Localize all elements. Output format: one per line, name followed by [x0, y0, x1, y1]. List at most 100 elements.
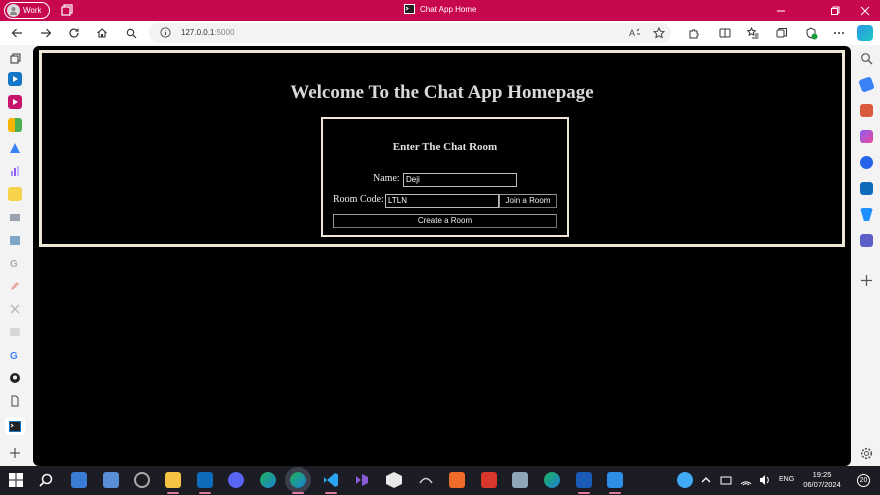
running-indicator [199, 492, 211, 494]
restore-button[interactable] [820, 2, 850, 19]
tab-google-icon[interactable]: G [8, 256, 22, 270]
tab-archive-icon[interactable] [8, 233, 22, 247]
sidebar-settings-gear-icon[interactable] [860, 447, 873, 460]
favorite-star-icon[interactable] [653, 27, 665, 39]
chat-room-form: Enter The Chat Room Name: Deji Room Code… [321, 117, 569, 237]
clock[interactable]: 19:25 06/07/2024 [798, 470, 846, 490]
sidebar-tools-icon[interactable] [860, 104, 873, 117]
profile-label: Work [23, 6, 42, 15]
taskbar-word-icon[interactable] [576, 472, 592, 488]
taskbar-edge-icon[interactable] [260, 472, 276, 488]
taskbar-edge-2-icon[interactable] [544, 472, 560, 488]
tab-ge-icon[interactable] [8, 325, 22, 339]
sidebar-shopping-icon[interactable] [858, 76, 875, 93]
sidebar-drop-icon[interactable] [860, 208, 873, 221]
room-code-input[interactable]: LTLN [385, 194, 499, 208]
copilot-button[interactable] [857, 25, 873, 41]
extensions-button[interactable] [686, 25, 702, 41]
taskbar-visual-studio-icon[interactable] [354, 472, 370, 488]
taskbar-disk-icon[interactable] [512, 472, 528, 488]
tab-chat-app-home-active[interactable] [5, 417, 25, 435]
tab-page-icon[interactable] [8, 394, 22, 408]
browser-essentials-button[interactable] [803, 25, 819, 41]
tab-pencil-icon[interactable] [8, 279, 22, 293]
sidebar-add-icon[interactable] [860, 274, 873, 287]
tab-document-icon[interactable] [8, 187, 22, 201]
avatar [7, 4, 20, 17]
clock-time: 19:25 [812, 470, 832, 479]
sidebar-copilot-icon[interactable] [860, 156, 873, 169]
notification-badge[interactable]: 20 [857, 474, 870, 487]
taskbar-vscode-icon[interactable] [323, 472, 339, 488]
running-indicator [609, 492, 621, 494]
tab-actions-icon[interactable] [61, 4, 73, 16]
tray-volume-icon[interactable] [757, 472, 773, 488]
sidebar-search-icon[interactable] [860, 52, 873, 65]
new-tab-button[interactable] [8, 446, 22, 460]
taskbar-terminal-icon[interactable] [418, 472, 434, 488]
tray-device-icon[interactable] [718, 472, 734, 488]
minimize-button[interactable] [766, 2, 796, 19]
running-indicator [167, 492, 179, 494]
taskbar-widgets-icon[interactable] [71, 472, 87, 488]
windows-taskbar: ENG 19:25 06/07/2024 20 [0, 466, 880, 495]
running-indicator [578, 492, 590, 494]
tab-drive-icon[interactable] [8, 210, 22, 224]
favorites-button[interactable] [745, 25, 761, 41]
taskbar-file-explorer-icon[interactable] [165, 472, 181, 488]
tab-apps-icon[interactable] [8, 118, 22, 132]
join-room-button[interactable]: Join a Room [499, 194, 557, 208]
home-button[interactable] [94, 25, 110, 41]
tab-actions-icon[interactable] [8, 51, 22, 65]
right-sidebar [853, 45, 880, 466]
tray-help-icon[interactable] [677, 472, 693, 488]
start-button[interactable] [8, 472, 24, 488]
svg-text:A: A [629, 28, 635, 38]
sidebar-outlook-icon[interactable] [860, 182, 873, 195]
collections-button[interactable] [774, 25, 790, 41]
taskbar-package-icon[interactable] [386, 472, 402, 488]
close-button[interactable] [850, 2, 880, 19]
address-bar[interactable]: 127.0.0.1:5000 A [149, 23, 671, 43]
window-title-text: Chat App Home [420, 4, 477, 14]
url-port: :5000 [214, 28, 235, 37]
form-title: Enter The Chat Room [392, 141, 498, 153]
svg-text:G: G [10, 351, 18, 361]
tray-chevron-up-icon[interactable] [698, 472, 714, 488]
tab-x-icon[interactable] [8, 302, 22, 316]
language-indicator[interactable]: ENG [779, 476, 794, 483]
room-code-label: Room Code: [333, 194, 384, 205]
forward-button[interactable] [38, 25, 54, 41]
taskbar-photos-icon[interactable] [607, 472, 623, 488]
taskbar-store-icon[interactable] [103, 472, 119, 488]
taskbar-pdf-icon[interactable] [481, 472, 497, 488]
info-icon[interactable] [160, 27, 171, 38]
tab-media-player-icon-2[interactable] [8, 95, 22, 109]
web-page-viewport: Welcome To the Chat App Homepage Enter T… [33, 46, 851, 466]
read-aloud-icon[interactable]: A [629, 27, 642, 38]
refresh-button[interactable] [66, 25, 82, 41]
taskbar-ubuntu-icon[interactable] [449, 472, 465, 488]
window-title: Chat App Home [404, 4, 476, 14]
sidebar-games-icon[interactable] [860, 130, 873, 143]
profile-button[interactable]: Work [4, 2, 50, 19]
settings-more-button[interactable] [831, 25, 847, 41]
name-input[interactable]: Deji [403, 173, 517, 187]
sidebar-teams-icon[interactable] [860, 234, 873, 247]
homepage-panel: Welcome To the Chat App Homepage Enter T… [39, 50, 845, 247]
tab-analytics-icon[interactable] [8, 164, 22, 178]
tab-github-icon[interactable] [8, 371, 22, 385]
tray-wifi-icon[interactable] [738, 472, 754, 488]
taskbar-media-icon[interactable] [134, 472, 150, 488]
tab-google-search-icon[interactable]: G [8, 348, 22, 362]
back-button[interactable] [9, 25, 25, 41]
tab-triangle-app-icon[interactable] [8, 141, 22, 155]
taskbar-search-icon[interactable] [38, 472, 54, 488]
taskbar-edge-work-icon[interactable] [285, 467, 311, 493]
taskbar-discord-icon[interactable] [228, 472, 244, 488]
split-screen-button[interactable] [717, 25, 733, 41]
taskbar-outlook-icon[interactable] [197, 472, 213, 488]
create-room-button[interactable]: Create a Room [333, 214, 557, 228]
search-button[interactable] [123, 25, 139, 41]
tab-media-player-icon[interactable] [8, 72, 22, 86]
